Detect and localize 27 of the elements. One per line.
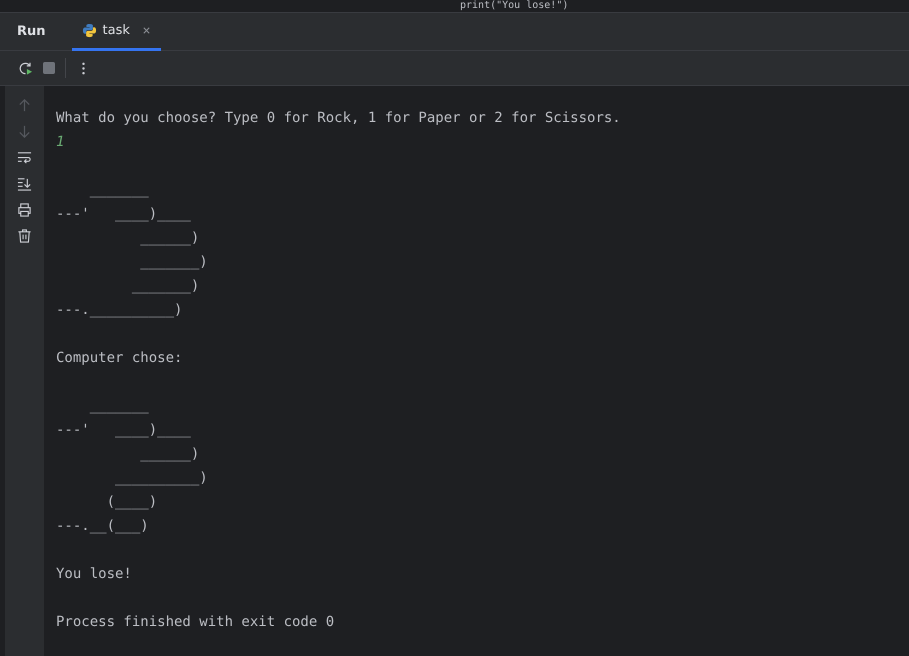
console-output-line: ---.__(___): [56, 517, 149, 536]
console-output-line: _______: [88, 397, 149, 416]
scroll-to-end-icon[interactable]: [17, 176, 32, 191]
user-input-line: 1: [56, 133, 64, 152]
python-icon: [82, 23, 97, 38]
code-line: print("You lose!"): [460, 0, 568, 12]
print-icon[interactable]: [17, 202, 32, 217]
soft-wrap-icon[interactable]: [17, 150, 32, 165]
console-output-line: Process finished with exit code 0: [56, 613, 334, 632]
console-output-line: ______): [139, 445, 200, 464]
trash-icon[interactable]: [17, 228, 32, 243]
console-output-line: (____): [106, 493, 158, 512]
console-output-line: _______): [130, 277, 200, 296]
close-icon[interactable]: [142, 26, 151, 35]
console-output-line: ______): [139, 229, 200, 248]
console-output-line: You lose!: [56, 565, 132, 584]
console-output-line: ---' ____)____: [56, 205, 191, 224]
console-output-line: _______): [139, 253, 208, 272]
console-output-line: __________): [114, 469, 208, 488]
tool-window-title: Run: [17, 24, 46, 39]
console-output-line: ---' ____)____: [56, 421, 191, 440]
console-output-line: What do you choose? Type 0 for Rock, 1 for Paper or 2 for Scissors.: [56, 109, 621, 128]
run-tab[interactable]: task: [72, 13, 161, 51]
console-output-line: _______: [88, 181, 149, 200]
rerun-icon[interactable]: [18, 60, 33, 76]
console-output-line: ---.__________): [56, 301, 182, 320]
console-output-line: Computer chose:: [56, 349, 182, 368]
